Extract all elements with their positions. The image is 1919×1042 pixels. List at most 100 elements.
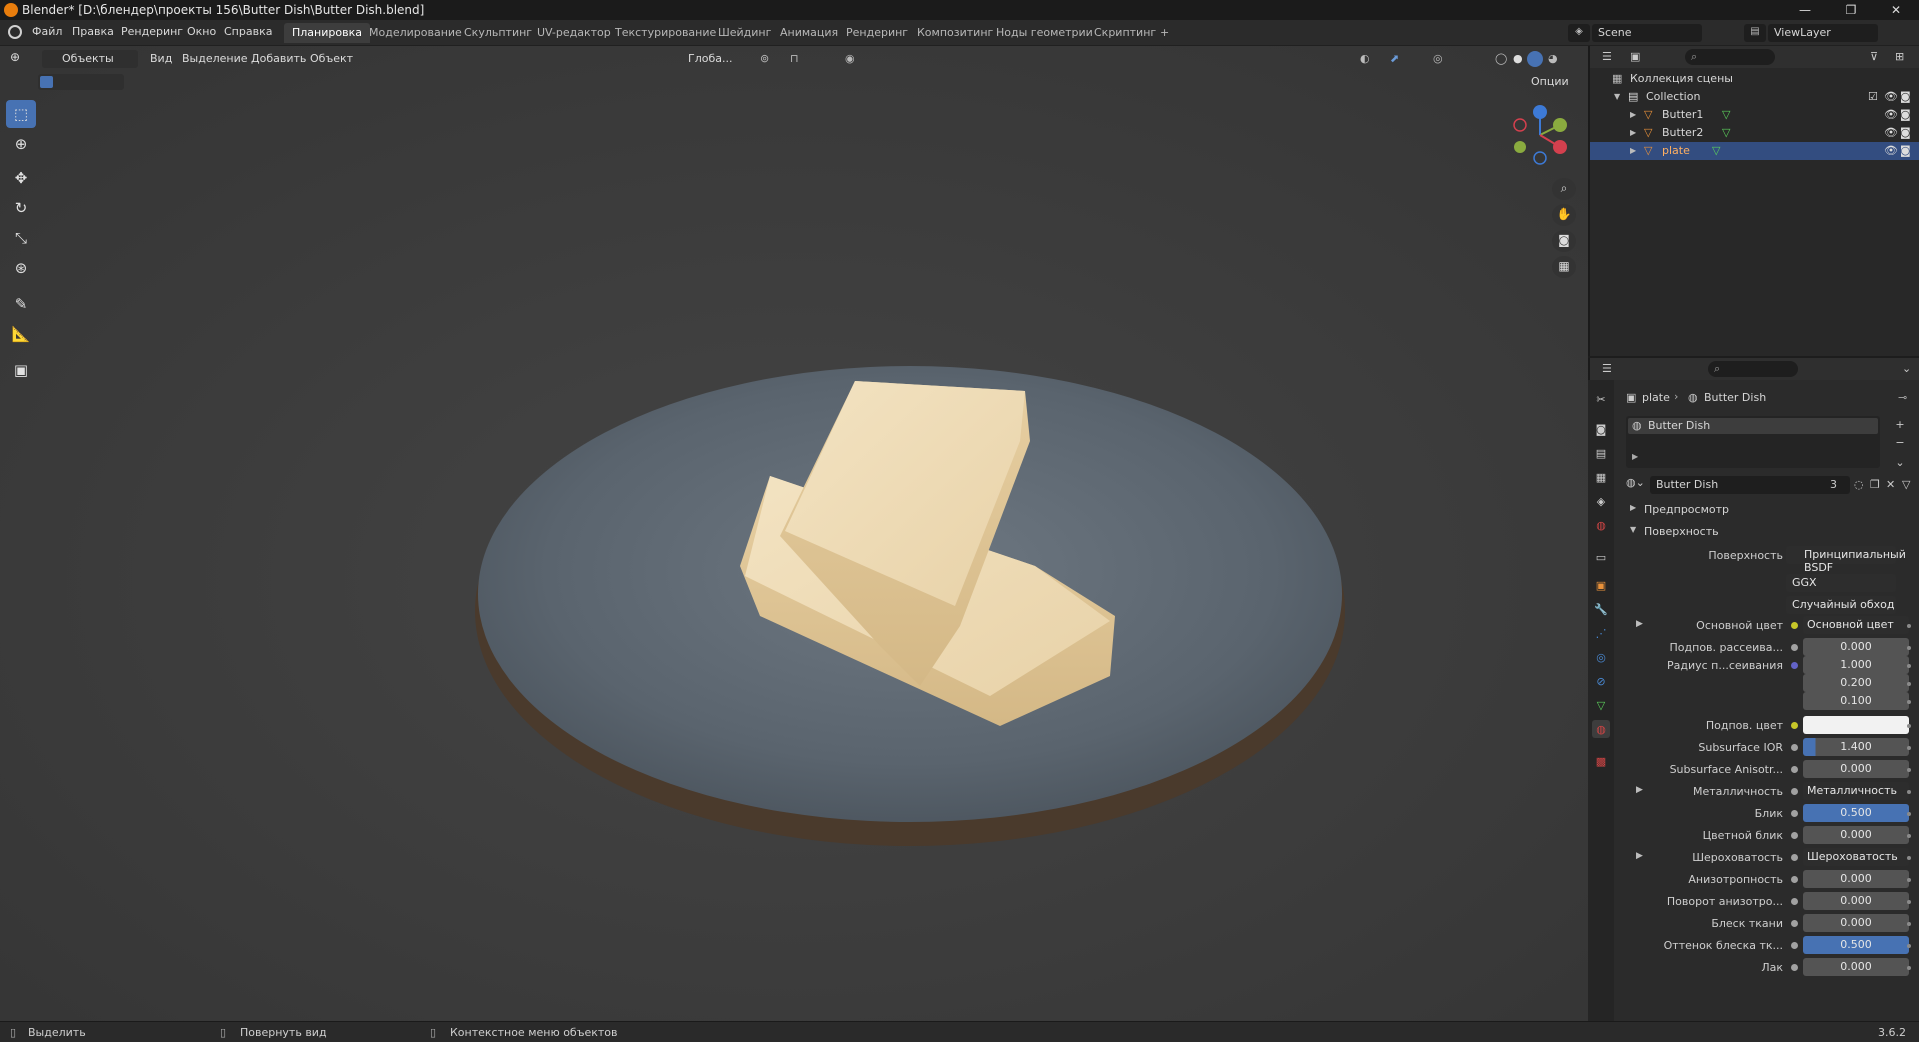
gizmo-toggle-icon[interactable]: ⬈	[1390, 52, 1399, 65]
properties-options-icon[interactable]: ⌄	[1902, 362, 1911, 375]
tool-tab-icon[interactable]: ✂	[1592, 390, 1610, 408]
unlink-material-icon[interactable]: ✕	[1886, 478, 1895, 491]
keyframe-dot-icon[interactable]	[1907, 624, 1911, 628]
view-layer-icon[interactable]: ▤	[1744, 24, 1766, 42]
visibility-eye-icon[interactable]: 👁	[1884, 126, 1898, 139]
tab-rendering[interactable]: Рендеринг	[838, 23, 916, 43]
keyframe-dot-icon[interactable]	[1907, 922, 1911, 926]
tab-uv-editing[interactable]: UV-редактор	[529, 23, 619, 43]
input-socket-icon[interactable]	[1791, 832, 1798, 839]
move-tool-icon[interactable]: ✥	[6, 164, 36, 192]
menu-render[interactable]: Рендеринг	[121, 25, 183, 38]
expand-icon[interactable]: ▶	[1630, 110, 1636, 119]
particles-tab-icon[interactable]: ⋰	[1592, 624, 1610, 642]
expand-icon[interactable]: ▶	[1630, 128, 1636, 137]
input-socket-icon[interactable]	[1791, 942, 1798, 949]
material-name-field[interactable]: Butter Dish 3	[1650, 476, 1850, 494]
modifier-tab-icon[interactable]: 🔧	[1592, 600, 1610, 618]
number-field[interactable]: 1.000	[1803, 656, 1909, 674]
section-preview[interactable]: ▶ Предпросмотр	[1626, 500, 1916, 520]
pivot-icon[interactable]: ⊚	[760, 52, 769, 65]
pan-hand-icon[interactable]: ✋	[1552, 204, 1576, 226]
number-field[interactable]: 0.000	[1803, 914, 1909, 932]
scale-tool-icon[interactable]: ⤡	[6, 224, 36, 252]
render-camera-icon[interactable]: ◙	[1900, 108, 1911, 121]
physics-tab-icon[interactable]: ◎	[1592, 648, 1610, 666]
menu-help[interactable]: Справка	[224, 25, 272, 38]
outliner-row-butter2[interactable]: ▶ ▽ Butter2 ▽ 👁 ◙	[1590, 124, 1919, 142]
navigation-gizmo[interactable]	[1505, 100, 1575, 170]
keyframe-dot-icon[interactable]	[1907, 900, 1911, 904]
mode-selector[interactable]: Объекты	[42, 50, 138, 68]
section-surface[interactable]: ▼ Поверхность	[1626, 522, 1916, 542]
tab-modeling[interactable]: Моделирование	[361, 23, 470, 43]
input-socket-icon[interactable]	[1791, 964, 1798, 971]
input-socket-icon[interactable]	[1791, 920, 1798, 927]
slot-expand-icon[interactable]: ▶	[1632, 452, 1638, 461]
tab-animation[interactable]: Анимация	[772, 23, 846, 43]
keyframe-dot-icon[interactable]	[1907, 724, 1911, 728]
outliner-scene-collection[interactable]: ▦ Коллекция сцены	[1590, 70, 1919, 88]
selection-mode-buttons[interactable]	[38, 74, 124, 90]
cursor-tool-icon[interactable]: ⊕	[6, 130, 36, 158]
wireframe-shading-icon[interactable]: ◯	[1495, 52, 1507, 65]
menu-window[interactable]: Окно	[187, 25, 216, 38]
snap-icon[interactable]: ⊓	[790, 52, 799, 65]
render-camera-icon[interactable]: ◙	[1900, 144, 1911, 157]
outliner-row-butter1[interactable]: ▶ ▽ Butter1 ▽ 👁 ◙	[1590, 106, 1919, 124]
material-tab-icon[interactable]: ◍	[1592, 720, 1610, 738]
keyframe-dot-icon[interactable]	[1907, 966, 1911, 970]
menu-file[interactable]: Файл	[32, 25, 62, 38]
fake-user-icon[interactable]: ◌	[1854, 478, 1864, 491]
tab-layout[interactable]: Планировка	[284, 23, 370, 43]
keyframe-dot-icon[interactable]	[1907, 856, 1911, 860]
input-socket-icon[interactable]	[1791, 662, 1798, 669]
visibility-eye-icon[interactable]: 👁	[1884, 108, 1898, 121]
input-link-field[interactable]: Основной цвет	[1803, 616, 1909, 634]
duplicate-material-icon[interactable]: ❐	[1870, 478, 1880, 491]
input-socket-icon[interactable]	[1791, 810, 1798, 817]
input-link-field[interactable]: Металличность	[1803, 782, 1909, 800]
outliner-row-plate[interactable]: ▶ ▽ plate ▽ 👁 ◙	[1590, 142, 1919, 160]
input-socket-icon[interactable]	[1791, 788, 1798, 795]
remove-slot-icon[interactable]: −	[1892, 436, 1908, 452]
material-preview-shading-icon[interactable]	[1527, 51, 1543, 67]
input-socket-icon[interactable]	[1791, 644, 1798, 651]
filter-icon[interactable]: ⊽	[1870, 50, 1878, 63]
properties-editor-type-icon[interactable]: ☰	[1602, 362, 1612, 375]
close-button[interactable]: ✕	[1873, 0, 1919, 20]
world-tab-icon[interactable]: ◍	[1592, 516, 1610, 534]
scene-selector[interactable]: Scene	[1592, 24, 1702, 42]
collapse-icon[interactable]: ▼	[1614, 92, 1620, 101]
viewport-menu-object[interactable]: Объект	[310, 52, 353, 65]
properties-search-input[interactable]: ⌕	[1708, 361, 1798, 377]
keyframe-dot-icon[interactable]	[1907, 664, 1911, 668]
collection-checkbox-icon[interactable]: ☑	[1868, 90, 1878, 103]
texture-tab-icon[interactable]: ▩	[1592, 752, 1610, 770]
proportional-edit-icon[interactable]: ◉	[845, 52, 855, 65]
outliner-collection[interactable]: ▼ ▤ Collection ☑ 👁 ◙	[1590, 88, 1919, 106]
viewport-menu-view[interactable]: Вид	[150, 52, 172, 65]
keyframe-dot-icon[interactable]	[1907, 790, 1911, 794]
number-field[interactable]: 0.000	[1803, 892, 1909, 910]
rotate-tool-icon[interactable]: ↻	[6, 194, 36, 222]
material-slot-row[interactable]: ◍ Butter Dish	[1628, 418, 1878, 434]
constraints-tab-icon[interactable]: ⊘	[1592, 672, 1610, 690]
outliner-search-input[interactable]: ⌕	[1685, 49, 1775, 65]
slot-specials-icon[interactable]: ⌄	[1892, 456, 1908, 472]
add-workspace-button[interactable]: +	[1152, 23, 1177, 43]
input-socket-icon[interactable]	[1791, 854, 1798, 861]
annotate-tool-icon[interactable]: ✎	[6, 290, 36, 318]
editor-type-icon[interactable]: ⊕	[10, 50, 32, 68]
material-link-icon[interactable]: ▽	[1902, 478, 1910, 491]
tab-geometry-nodes[interactable]: Ноды геометрии	[988, 23, 1101, 43]
options-dropdown[interactable]: Опции	[1525, 73, 1577, 91]
transform-orientation-dropdown[interactable]: Глоба...	[682, 50, 752, 68]
expand-input-icon[interactable]: ▶	[1636, 785, 1643, 795]
add-slot-icon[interactable]: +	[1892, 418, 1908, 434]
number-field[interactable]: 0.000	[1803, 958, 1909, 976]
solid-shading-icon[interactable]: ●	[1513, 52, 1523, 65]
mesh-data-icon[interactable]: ▽	[1722, 126, 1730, 139]
expand-icon[interactable]: ▶	[1630, 146, 1636, 155]
expand-input-icon[interactable]: ▶	[1636, 619, 1643, 629]
